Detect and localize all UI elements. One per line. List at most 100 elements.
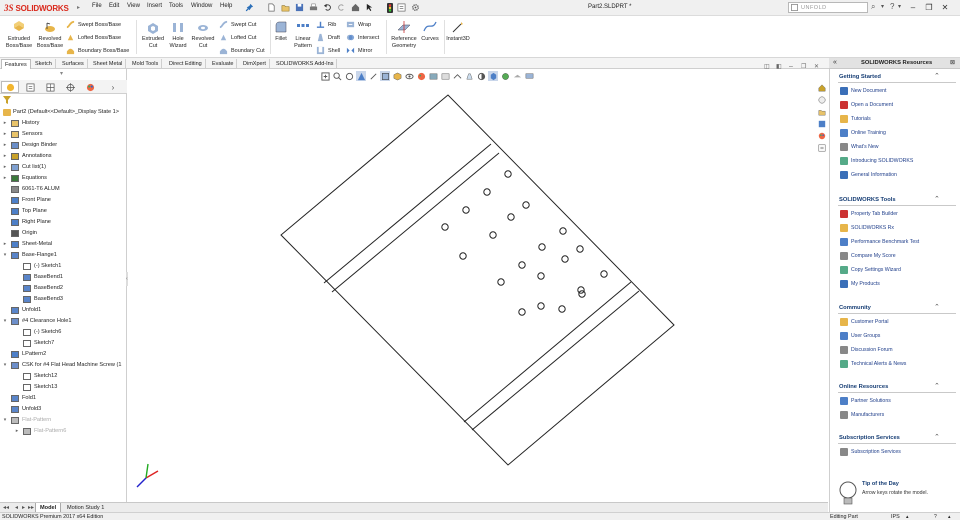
- collapse-section-icon[interactable]: ⌃: [934, 433, 940, 441]
- tree-expand-arrow-icon[interactable]: ▸: [2, 140, 8, 151]
- tab-mold-tools[interactable]: Mold Tools: [129, 59, 163, 69]
- file-explorer-icon[interactable]: [816, 107, 827, 117]
- resource-link[interactable]: SOLIDWORKS Rx: [840, 223, 894, 233]
- resources-home-icon[interactable]: [816, 83, 827, 93]
- tree-item[interactable]: Origin: [0, 228, 127, 239]
- tree-expand-arrow-icon[interactable]: ▸: [2, 162, 8, 173]
- tree-item[interactable]: Unfold1: [0, 305, 127, 316]
- tree-item[interactable]: ▸ History: [0, 118, 127, 129]
- pin-icon[interactable]: [244, 2, 255, 13]
- appearances-icon[interactable]: [816, 131, 827, 141]
- design-library-icon[interactable]: [816, 95, 827, 105]
- tab-sheet-metal[interactable]: Sheet Metal: [90, 59, 127, 69]
- collapse-section-icon[interactable]: ⌃: [934, 303, 940, 311]
- previous-view-icon[interactable]: [344, 71, 354, 81]
- appearance-color-icon[interactable]: [500, 71, 510, 81]
- filter-icon[interactable]: [3, 96, 11, 104]
- resource-link[interactable]: Technical Alerts & News: [840, 359, 906, 369]
- resource-link[interactable]: Partner Solutions: [840, 396, 891, 406]
- help-dropdown-icon[interactable]: ▾: [898, 3, 901, 10]
- shadows-icon[interactable]: [476, 71, 486, 81]
- tree-item[interactable]: ▸ Sheet-Metal: [0, 239, 127, 250]
- dimxpert-manager-tab[interactable]: [61, 81, 79, 93]
- new-document-icon[interactable]: [266, 2, 277, 13]
- menu-file[interactable]: File: [92, 3, 102, 9]
- collapse-pane-icon[interactable]: «: [833, 59, 837, 66]
- zoom-to-area-icon[interactable]: [332, 71, 342, 81]
- help-icon[interactable]: ?: [890, 2, 894, 11]
- feature-manager-tab[interactable]: [1, 81, 19, 93]
- collapse-section-icon[interactable]: ⌃: [934, 195, 940, 203]
- viewport-close-icon[interactable]: ✕: [814, 63, 819, 70]
- tab-solidworks-addins[interactable]: SOLIDWORKS Add-Ins: [273, 59, 338, 69]
- tree-item[interactable]: Top Plane: [0, 206, 127, 217]
- tree-item[interactable]: Unfold3: [0, 404, 127, 415]
- tree-expand-arrow-icon[interactable]: ▾: [2, 316, 8, 327]
- tab-scroll-last-icon[interactable]: ▸▸: [28, 504, 34, 511]
- collapse-section-icon[interactable]: ⌃: [934, 72, 940, 80]
- resource-link[interactable]: New Document: [840, 86, 886, 96]
- tree-item[interactable]: (-) Sketch1: [0, 261, 127, 272]
- tab-sketch[interactable]: Sketch: [32, 59, 56, 69]
- resource-link[interactable]: Compare My Score: [840, 251, 896, 261]
- solidworks-logo[interactable]: 3S SOLIDWORKS: [4, 2, 69, 14]
- menu-insert[interactable]: Insert: [147, 3, 162, 9]
- tree-item[interactable]: BaseBend2: [0, 283, 127, 294]
- realview-icon[interactable]: [452, 71, 462, 81]
- tab-surfaces[interactable]: Surfaces: [59, 59, 88, 69]
- tree-item[interactable]: BaseBend3: [0, 294, 127, 305]
- tree-item[interactable]: Fold1: [0, 393, 127, 404]
- tab-scroll-prev-icon[interactable]: ◂: [15, 504, 18, 511]
- minimize-button[interactable]: –: [906, 1, 920, 14]
- property-manager-tab[interactable]: [21, 81, 39, 93]
- close-button[interactable]: ✕: [938, 1, 952, 14]
- intersect-button[interactable]: Intersect: [346, 32, 379, 43]
- tree-expand-arrow-icon[interactable]: ▸: [2, 151, 8, 162]
- home-icon[interactable]: [350, 2, 361, 13]
- tree-root[interactable]: Part2 (Default<<Default>_Display State 1…: [0, 107, 127, 118]
- menu-window[interactable]: Window: [191, 3, 212, 9]
- wrap-button[interactable]: Wrap: [346, 19, 371, 30]
- lofted-cut-button[interactable]: Lofted Cut: [219, 32, 256, 43]
- viewport-minimize-icon[interactable]: –: [789, 63, 793, 70]
- tree-item[interactable]: ▸ Equations: [0, 173, 127, 184]
- restore-button[interactable]: ❐: [922, 1, 936, 14]
- tree-item[interactable]: ▸ Sensors: [0, 129, 127, 140]
- draft-button[interactable]: Draft: [316, 32, 340, 43]
- scene-dropdown-icon[interactable]: [512, 71, 522, 81]
- resource-link[interactable]: My Products: [840, 279, 880, 289]
- tree-item[interactable]: ▸ Annotations: [0, 151, 127, 162]
- tree-item[interactable]: Sketch12: [0, 371, 127, 382]
- search-dropdown-icon[interactable]: ▾: [881, 3, 884, 10]
- boundary-boss-button[interactable]: Boundary Boss/Base: [66, 45, 129, 56]
- graphics-area[interactable]: [128, 69, 828, 502]
- revolved-cut-button[interactable]: Revolved Cut: [186, 20, 220, 56]
- select-arrow-icon[interactable]: [364, 2, 375, 13]
- instant3d-button[interactable]: Instant3D: [442, 20, 474, 56]
- logo-flyout-arrow-icon[interactable]: ▸: [77, 4, 85, 12]
- tree-item[interactable]: ▾ CSK for #4 Flat Head Machine Screw (1: [0, 360, 127, 371]
- tree-item[interactable]: Right Plane: [0, 217, 127, 228]
- save-icon[interactable]: [294, 2, 305, 13]
- view-palette-icon[interactable]: [816, 119, 827, 129]
- linear-pattern-button[interactable]: Linear Pattern: [288, 20, 318, 56]
- resource-link[interactable]: User Groups: [840, 331, 880, 341]
- tab-direct-editing[interactable]: Direct Editing: [166, 59, 206, 69]
- custom-properties-icon[interactable]: [816, 143, 827, 153]
- resource-link[interactable]: Subscription Services: [840, 447, 901, 457]
- tab-scroll-first-icon[interactable]: ◂◂: [3, 504, 9, 511]
- resource-link[interactable]: Tutorials: [840, 114, 871, 124]
- options-gear-icon[interactable]: [410, 2, 421, 13]
- tree-item[interactable]: BaseBend1: [0, 272, 127, 283]
- tree-expand-arrow-icon[interactable]: ▸: [2, 239, 8, 250]
- tree-expand-arrow-icon[interactable]: ▸: [2, 173, 8, 184]
- configuration-manager-tab[interactable]: [41, 81, 59, 93]
- tree-item[interactable]: Front Plane: [0, 195, 127, 206]
- tree-item[interactable]: ▾ Base-Flange1: [0, 250, 127, 261]
- view-orientation-icon[interactable]: [380, 71, 390, 81]
- resource-link[interactable]: General Information: [840, 170, 897, 180]
- tab-features[interactable]: Features: [1, 59, 31, 69]
- tree-expand-arrow-icon[interactable]: ▸: [14, 426, 20, 437]
- undo-icon[interactable]: [322, 2, 333, 13]
- viewport-tile-icon[interactable]: ◫: [764, 63, 770, 70]
